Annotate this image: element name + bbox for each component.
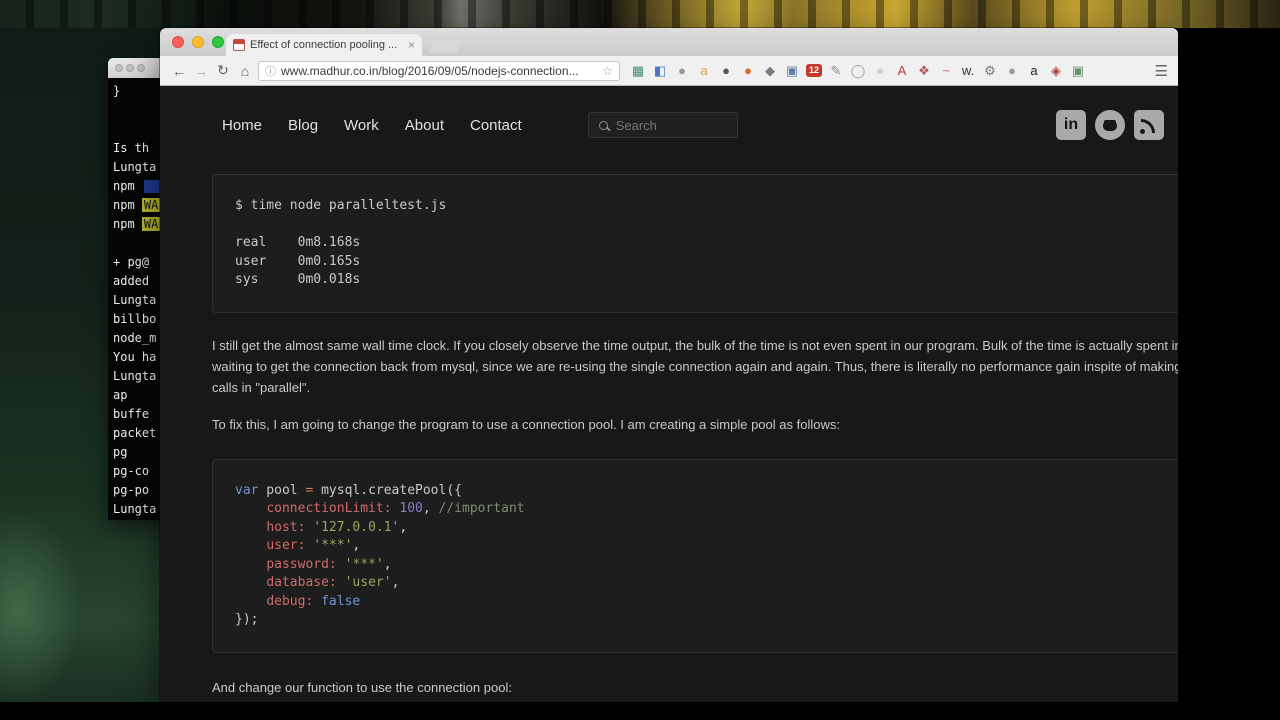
close-button[interactable] xyxy=(172,36,184,48)
linkedin-icon[interactable]: in xyxy=(1056,110,1086,140)
extensions-row: ▦ ◧ ● a ● ● ◆ ▣ 12 ✎ ◯ ● A ❖ ~ w. ⚙ ● a ◈ ▣ xyxy=(630,63,1086,79)
search-input[interactable] xyxy=(615,117,727,133)
window-controls xyxy=(172,36,224,48)
tab-title: Effect of connection pooling ... xyxy=(250,39,398,51)
extension-icon[interactable]: ● xyxy=(718,63,734,79)
close-button[interactable] xyxy=(115,64,123,72)
extension-icon[interactable]: ● xyxy=(1004,63,1020,79)
blog-article: $ time node paralleltest.js real 0m8.168… xyxy=(212,174,1178,702)
bookmark-star-icon[interactable]: ☆ xyxy=(602,64,613,78)
extension-icon[interactable]: ▣ xyxy=(784,63,800,79)
nav-link-blog[interactable]: Blog xyxy=(288,117,318,134)
extension-icon[interactable]: A xyxy=(894,63,910,79)
code-block-time-output: $ time node paralleltest.js real 0m8.168… xyxy=(212,174,1178,313)
extension-icon[interactable]: ❖ xyxy=(916,63,932,79)
paragraph: To fix this, I am going to change the pr… xyxy=(212,416,840,432)
video-frame: } Is th Lungta npm npm WA npm WA + pg@ added Lu… xyxy=(0,0,1280,720)
info-icon[interactable]: ⓘ xyxy=(265,63,276,79)
extension-icon[interactable]: 12 xyxy=(806,64,822,77)
browser-titlebar[interactable]: Effect of connection pooling ... × xyxy=(160,28,1178,56)
search-box[interactable] xyxy=(587,112,738,138)
site-navbar: Home Blog Work About Contact in xyxy=(160,86,1178,158)
zoom-button[interactable] xyxy=(137,64,145,72)
browser-tab[interactable]: Effect of connection pooling ... × xyxy=(226,34,422,56)
back-button[interactable]: ← xyxy=(170,63,188,79)
browser-toolbar: ← → ↻ ⌂ ⓘ www.madhur.co.in/blog/2016/09/… xyxy=(160,56,1178,86)
extension-icon[interactable]: ◧ xyxy=(652,63,668,79)
minimize-button[interactable] xyxy=(192,36,204,48)
tab-favicon-icon xyxy=(233,39,245,51)
code-block-create-pool: var pool = mysql.createPool({ connection… xyxy=(212,458,1178,653)
menu-icon[interactable]: ☰ xyxy=(1155,62,1168,80)
rss-icon[interactable] xyxy=(1134,110,1164,140)
extension-icon[interactable]: w. xyxy=(960,63,976,79)
extension-icon[interactable]: ~ xyxy=(938,63,954,79)
nav-link-home[interactable]: Home xyxy=(222,117,262,134)
nav-link-about[interactable]: About xyxy=(405,117,444,134)
reload-button[interactable]: ↻ xyxy=(214,62,232,79)
url-text[interactable]: www.madhur.co.in/blog/2016/09/05/nodejs-… xyxy=(281,64,597,78)
extension-icon[interactable]: ◯ xyxy=(850,63,866,79)
search-icon xyxy=(598,120,608,130)
extension-icon[interactable]: ▦ xyxy=(630,63,646,79)
browser-window: Effect of connection pooling ... × ← → ↻… xyxy=(160,28,1178,702)
minimize-button[interactable] xyxy=(126,64,134,72)
address-bar[interactable]: ⓘ www.madhur.co.in/blog/2016/09/05/nodej… xyxy=(258,60,620,81)
paragraph: I still get the almost same wall time cl… xyxy=(212,337,1178,395)
extension-icon[interactable]: ◈ xyxy=(1048,63,1064,79)
social-links: in xyxy=(1056,110,1164,140)
zoom-button[interactable] xyxy=(212,36,224,48)
extension-icon[interactable]: ● xyxy=(674,63,690,79)
extension-icon[interactable]: a xyxy=(1026,63,1042,79)
tab-close-icon[interactable]: × xyxy=(408,39,415,51)
extension-icon[interactable]: a xyxy=(696,63,712,79)
forward-button[interactable]: → xyxy=(192,63,210,79)
extension-icon[interactable]: ✎ xyxy=(828,63,844,79)
github-icon[interactable] xyxy=(1095,110,1125,140)
new-tab-button[interactable] xyxy=(428,37,464,53)
home-button[interactable]: ⌂ xyxy=(236,63,254,79)
extension-icon[interactable]: ▣ xyxy=(1070,63,1086,79)
web-page: Home Blog Work About Contact in $ time n… xyxy=(160,86,1178,702)
extension-icon[interactable]: ● xyxy=(740,63,756,79)
desktop-wallpaper-top xyxy=(0,0,1280,28)
extension-icon[interactable]: ● xyxy=(872,63,888,79)
letterbox-bottom xyxy=(0,702,1280,720)
paragraph: And change our function to use the conne… xyxy=(212,679,512,695)
letterbox-right xyxy=(1178,28,1280,702)
extension-icon[interactable]: ⚙ xyxy=(982,63,998,79)
extension-icon[interactable]: ◆ xyxy=(762,63,778,79)
nav-link-work[interactable]: Work xyxy=(344,117,379,134)
nav-link-contact[interactable]: Contact xyxy=(470,117,522,134)
